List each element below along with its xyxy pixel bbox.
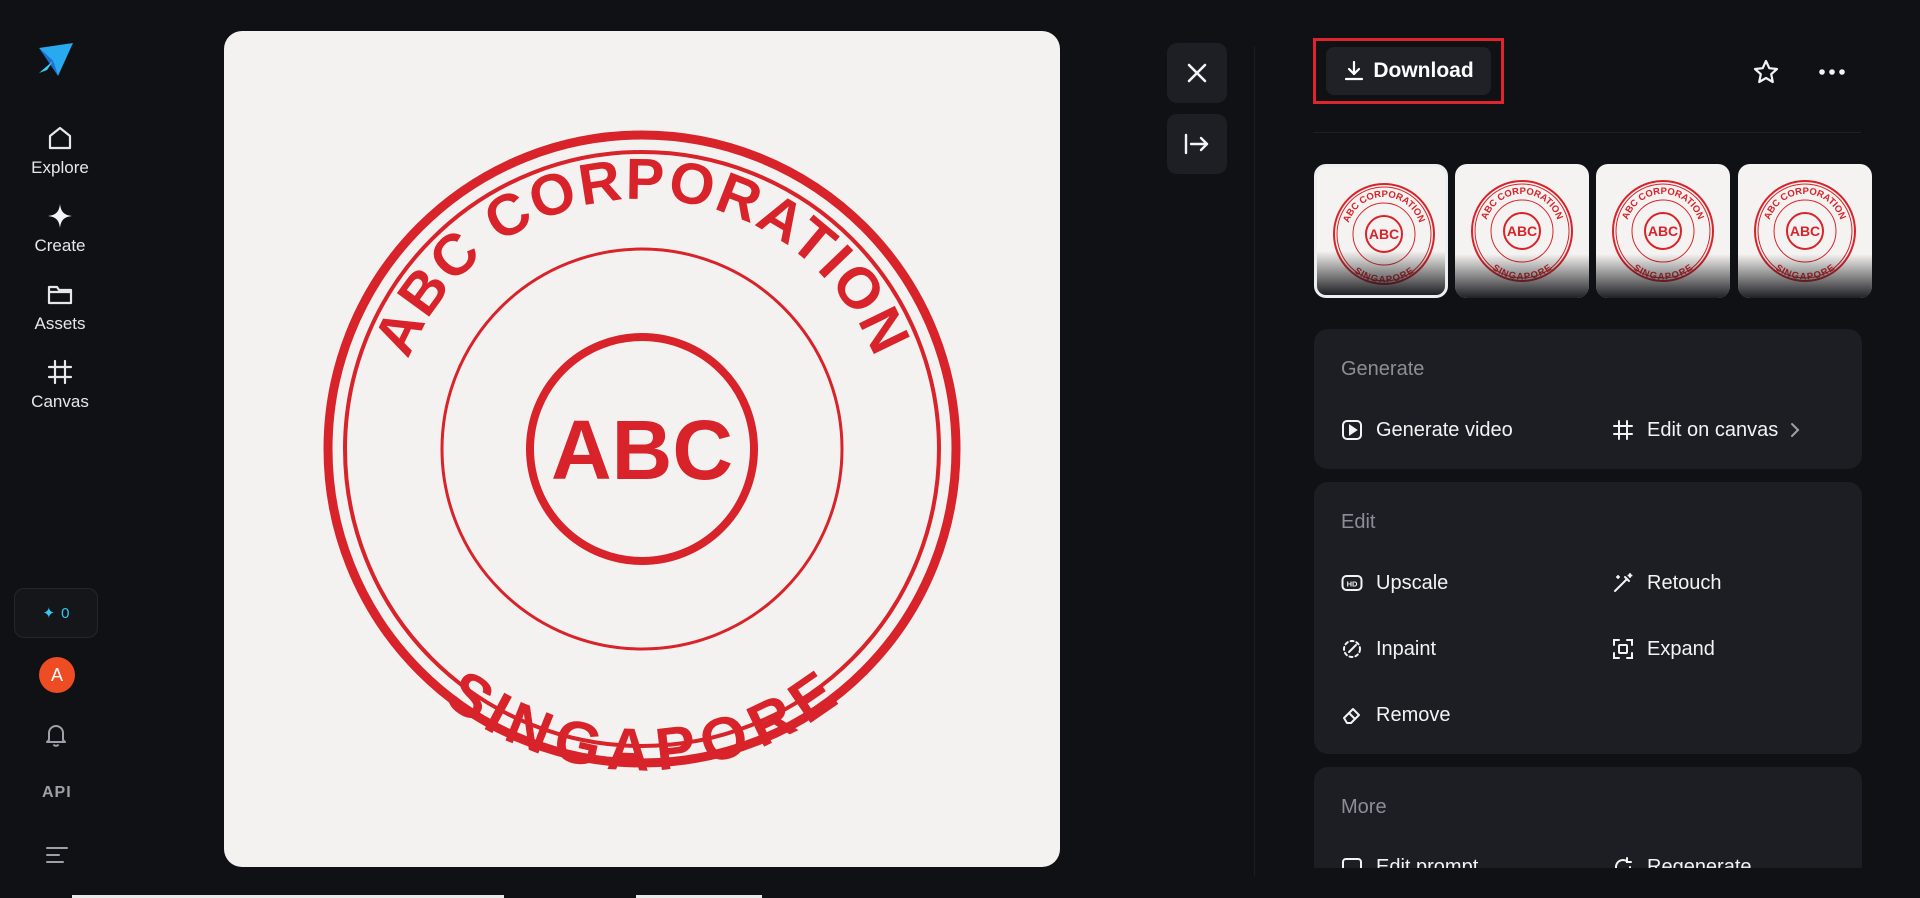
svg-text:ABC: ABC [1790,223,1820,239]
inpaint-button[interactable]: Inpaint [1340,637,1436,661]
stamp-bottom-text: SINGAPORE [435,657,850,784]
svg-text:ABC: ABC [1648,223,1678,239]
avatar[interactable]: A [39,657,75,693]
menu-lines-icon[interactable] [45,845,69,865]
action-label: Generate video [1376,418,1513,441]
sidebar-item-label: Assets [34,314,86,333]
action-label: Regenerate [1647,855,1752,869]
variant-thumbnail[interactable]: ABC CORPORATIONSINGAPOREABC [1314,164,1448,298]
generate-title: Generate [1341,358,1425,380]
edit-prompt-button[interactable]: Edit prompt [1340,855,1478,868]
magic-wand-icon [1611,571,1635,595]
download-highlight: Download [1313,38,1504,104]
header-divider [1313,132,1861,133]
retouch-button[interactable]: Retouch [1611,571,1722,595]
eraser-icon [1340,703,1364,727]
regenerate-icon [1611,855,1635,868]
expand-icon [1611,637,1635,661]
regenerate-button[interactable]: Regenerate [1611,855,1752,868]
edit-on-canvas-button[interactable]: Edit on canvas [1611,418,1800,442]
app-logo-icon[interactable] [36,40,76,80]
close-button[interactable] [1167,43,1227,103]
close-icon [1187,63,1207,83]
download-label: Download [1373,59,1474,82]
more-title: More [1341,796,1387,818]
sidebar-item-explore[interactable]: Explore [10,118,110,188]
svg-text:ABC: ABC [1507,223,1537,239]
edit-title: Edit [1341,511,1376,533]
more-card: More Edit prompt Regenerate [1314,767,1862,868]
stamp-top-text: ABC CORPORATION [361,147,923,365]
action-label: Remove [1376,703,1451,726]
sidebar-item-assets[interactable]: Assets [10,274,110,344]
generate-video-button[interactable]: Generate video [1340,418,1513,442]
sparkle-icon [46,196,74,230]
sidebar-item-label: Create [34,236,86,255]
folder-icon [46,274,74,308]
sidebar-item-canvas[interactable]: Canvas [10,352,110,422]
credits-count: 0 [61,604,70,622]
image-preview: ABC CORPORATION SINGAPORE ABC [224,31,1060,867]
action-label: Retouch [1647,571,1722,594]
variant-thumbnail[interactable]: ABC CORPORATIONSINGAPOREABC [1455,164,1589,298]
stamp-center-text: ABC [551,403,733,497]
sparkle-icon: ✦ [42,605,56,622]
expand-button[interactable]: Expand [1611,637,1715,661]
more-horizontal-icon [1819,69,1845,75]
bell-icon[interactable] [43,722,69,748]
variant-thumbnail[interactable]: ABC CORPORATIONSINGAPOREABC [1738,164,1872,298]
edit-prompt-icon [1340,855,1364,868]
remove-button[interactable]: Remove [1340,703,1450,727]
play-square-icon [1340,418,1364,442]
action-label: Inpaint [1376,637,1437,660]
api-link[interactable]: API [42,784,72,802]
sidebar-item-label: Canvas [31,392,89,411]
star-icon [1753,59,1779,84]
hd-icon: HD [1340,571,1364,595]
inpaint-icon [1340,637,1364,661]
arrow-right-bar-icon [1184,133,1209,155]
chevron-right-icon [1790,422,1800,438]
upscale-button[interactable]: HD Upscale [1340,571,1448,595]
action-label: Edit prompt [1376,855,1479,869]
generate-card: Generate Generate video Edit on canvas [1314,329,1862,469]
collapse-panel-button[interactable] [1167,114,1227,174]
credits-badge[interactable]: ✦ 0 [14,588,98,638]
panel-divider [1254,46,1255,876]
svg-text:ABC: ABC [1369,226,1399,242]
more-options-button[interactable] [1810,50,1854,94]
action-label: Expand [1647,637,1715,660]
download-button[interactable]: Download [1326,47,1491,95]
favorite-button[interactable] [1744,50,1788,94]
canvas-grid-icon [46,352,74,386]
variant-thumbnail[interactable]: ABC CORPORATIONSINGAPOREABC [1596,164,1730,298]
sidebar-item-label: Explore [31,158,89,177]
left-sidebar: Explore Create Assets Canvas ✦ 0 A API [0,0,120,898]
canvas-grid-icon [1611,418,1635,442]
svg-text:HD: HD [1347,580,1358,589]
home-icon [46,118,74,152]
download-icon [1345,60,1364,81]
action-label: Upscale [1376,571,1449,594]
sidebar-item-create[interactable]: Create [10,196,110,266]
edit-card: Edit HD Upscale Retouch Inpaint Expand R… [1314,482,1862,754]
action-label: Edit on canvas [1647,418,1779,441]
stamp-image: ABC CORPORATION SINGAPORE ABC [323,130,961,784]
